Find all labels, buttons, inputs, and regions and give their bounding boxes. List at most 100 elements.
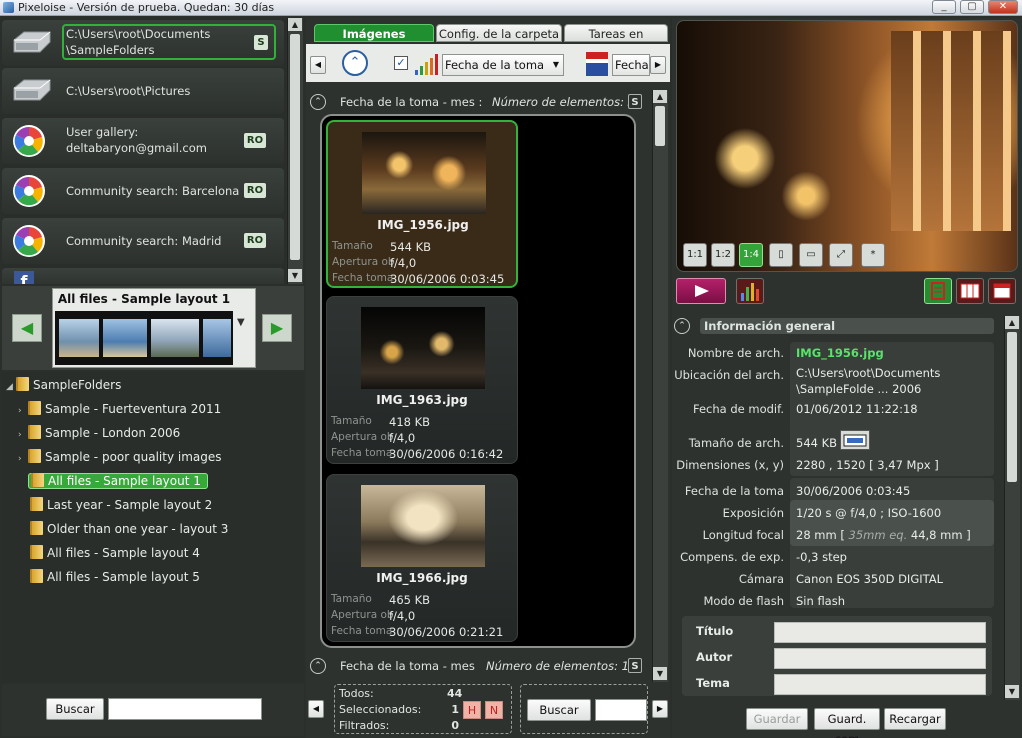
scroll-up-arrow[interactable]: ▲ [288,18,302,31]
source-item-barcelona[interactable]: Community search: Barcelona RO [2,168,284,214]
tree-root[interactable]: ◢ SampleFolders [6,374,121,396]
image-preview[interactable]: 1:1 1:2 1:4 ▯ ▭ ⤢ * [676,20,1018,272]
info-view-icon[interactable] [924,278,952,304]
info-value: 1/20 s @ f/4,0 ; ISO-1600 [796,506,942,520]
sort-field-select[interactable]: Fecha de la toma ▼ [442,54,564,76]
scroll-thumb[interactable] [1007,332,1017,482]
info-key: Fecha de la toma [684,484,784,498]
tree-item[interactable]: All files - Sample layout 4 [30,542,200,564]
collapse-info-icon[interactable]: ⌃ [674,318,690,334]
photo-card[interactable]: IMG_1966.jpg Tamaño 465 KB Apertura ob f/4… [326,474,518,642]
tree-item[interactable]: All files - Sample layout 5 [30,566,200,588]
group-tag-s[interactable]: S [628,658,642,673]
tree-item-selected[interactable]: All files - Sample layout 1 [28,470,208,492]
tree-item[interactable]: › Sample - Fuerteventura 2011 [18,398,221,420]
size-value: 465 KB [389,593,431,607]
info-scrollbar[interactable]: ▲ ▼ [1004,316,1020,700]
search-input[interactable] [595,699,647,721]
scroll-thumb[interactable] [655,106,665,146]
size-key: Tamaño [331,593,372,605]
chevron-down-icon[interactable]: ▼ [237,317,245,328]
slideshow-icon[interactable] [676,278,726,304]
status-scroll-right[interactable]: ▶ [652,700,668,718]
collapse-all-icon[interactable]: ⌃ [342,50,368,76]
size-value: 544 KB [390,240,432,254]
columns-view-icon[interactable] [956,278,984,304]
source-item-pictures[interactable]: C:\Users\root\Pictures [2,68,284,114]
info-filename: IMG_1956.jpg [796,346,884,360]
size-value: 418 KB [389,415,431,429]
photo-thumbnail [362,132,486,214]
image-list-scrollbar[interactable]: ▲ ▼ [652,90,668,682]
source-item-user-gallery[interactable]: User gallery: deltabaryon@gmail.com RO [2,118,284,164]
photo-card[interactable]: IMG_1963.jpg Tamaño 418 KB Apertura ob f/4… [326,296,518,464]
picasa-icon [12,124,46,161]
search-input[interactable] [108,698,262,720]
reload-button[interactable]: Recargar [884,708,946,730]
toolbar-scroll-right[interactable]: ▶ [650,56,666,74]
previous-layout-button[interactable]: ◀ [12,314,42,342]
new-button[interactable]: N [485,701,503,719]
collapse-group-icon[interactable]: ⌃ [310,94,326,110]
toolbar-scroll-left[interactable]: ◀ [310,56,326,74]
collapse-group-icon[interactable]: ⌃ [310,658,326,674]
scroll-up-arrow[interactable]: ▲ [653,90,667,103]
zoom-1-4-button[interactable]: 1:4 [739,243,763,267]
source-list-scrollbar[interactable]: ▲ ▼ [287,18,303,284]
subject-field[interactable] [774,674,986,695]
scroll-down-arrow[interactable]: ▼ [288,269,302,282]
save-as-button[interactable]: Guard. com [814,708,880,738]
tab-running-tasks[interactable]: Tareas en ejecució [564,24,668,42]
search-button[interactable]: Buscar [527,699,591,721]
info-key: Exposición [722,506,784,520]
scroll-thumb[interactable] [290,34,300,260]
scroll-up-arrow[interactable]: ▲ [1005,316,1019,329]
secondary-sort-select[interactable]: Fecha [612,54,650,76]
hide-button[interactable]: H [463,701,481,719]
sort-checkbox[interactable]: ✓ [394,56,408,70]
tree-item[interactable]: › Sample - London 2006 [18,422,180,444]
status-scroll-left[interactable]: ◀ [308,700,324,718]
info-key: Nombre de arch. [687,346,784,360]
source-item-documents[interactable]: C:\Users\root\Documents \SampleFolders S [2,20,284,66]
tree-item[interactable]: Last year - Sample layout 2 [30,494,212,516]
source-label: C:\Users\root\Documents [66,27,211,41]
tree-item[interactable]: Older than one year - layout 3 [30,518,228,540]
author-field[interactable] [774,648,986,669]
group-tag-s[interactable]: S [628,94,642,109]
scroll-down-arrow[interactable]: ▼ [653,667,667,680]
next-layout-button[interactable]: ▶ [262,314,292,342]
fit-height-icon[interactable]: ▯ [769,243,793,267]
title-field[interactable] [774,622,986,643]
drive-icon [12,78,52,107]
aperture-key: Apertura ob [332,256,395,268]
fit-window-icon[interactable]: ⤢ [829,243,853,267]
tab-images[interactable]: Imágenes [314,24,434,42]
layout-filmstrip[interactable]: All files - Sample layout 1 ▼ [52,288,256,368]
fit-width-icon[interactable]: ▭ [799,243,823,267]
zoom-1-2-button[interactable]: 1:2 [711,243,735,267]
photo-card[interactable]: IMG_1956.jpg Tamaño 544 KB Apertura ob f/4… [326,120,518,288]
search-button[interactable]: Buscar [46,698,104,720]
author-label: Autor [696,650,733,664]
scroll-down-arrow[interactable]: ▼ [1005,685,1019,698]
info-section: ⌃ Información general Nombre de arch. IMG… [672,316,1004,700]
tree-item[interactable]: › Sample - poor quality images [18,446,222,468]
source-label: Community search: Barcelona [66,184,240,198]
histogram-icon[interactable] [736,278,764,304]
calendar-view-icon[interactable] [988,278,1016,304]
save-button[interactable]: Guardar [746,708,808,730]
info-value: Sin flash [796,594,846,608]
maximize-button[interactable]: ▢ [960,0,984,14]
color-sort-icon[interactable] [586,52,608,76]
scanner-icon[interactable] [840,430,870,450]
source-item-madrid[interactable]: Community search: Madrid RO [2,218,284,264]
date-key: Fecha toma [331,625,393,637]
minimize-button[interactable]: _ [932,0,956,14]
close-button[interactable]: ✕ [988,0,1018,14]
tab-folder-config[interactable]: Config. de la carpeta [436,24,562,42]
rating-star-icon[interactable]: * [861,243,885,267]
aperture-key: Apertura ob [331,431,394,443]
zoom-1-1-button[interactable]: 1:1 [683,243,707,267]
source-item-facebook[interactable]: f [2,268,284,284]
